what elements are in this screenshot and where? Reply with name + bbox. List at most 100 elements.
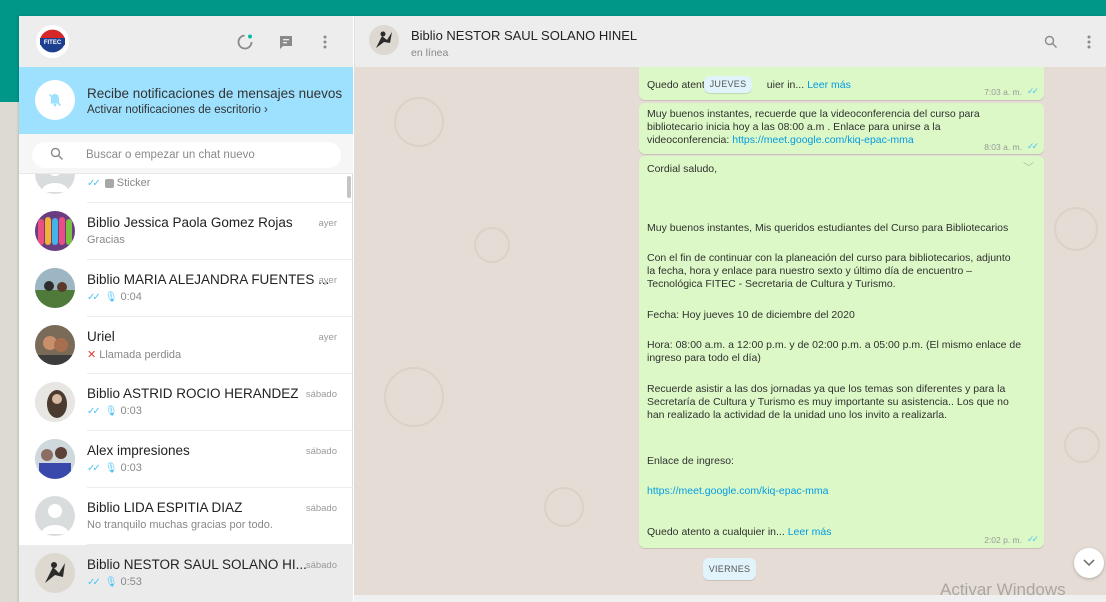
wallpaper-doodle bbox=[1064, 427, 1100, 463]
read-more-link[interactable]: Leer más bbox=[807, 79, 851, 91]
chat-name: Biblio LIDA ESPITIA DIAZ bbox=[87, 500, 243, 515]
list-item[interactable]: Biblio ASTRID ROCIO HERANDEZ sábado ✓✓ 🎙… bbox=[19, 374, 353, 431]
profile-avatar[interactable]: FITEC bbox=[36, 25, 69, 58]
search-bar bbox=[19, 134, 353, 174]
avatar bbox=[35, 439, 75, 479]
list-item[interactable]: Uriel ayer ✕ Llamada perdida bbox=[19, 317, 353, 374]
conversation-panel: Biblio NESTOR SAUL SOLANO HINEL en línea… bbox=[354, 16, 1106, 602]
contact-status: en línea bbox=[411, 47, 449, 59]
menu-icon[interactable] bbox=[1079, 32, 1099, 52]
chat-last-message: Gracias bbox=[87, 234, 125, 246]
chat-time: ayer bbox=[318, 275, 337, 286]
message-text: Hora: 08:00 a.m. a 12:00 p.m. y de 02:00… bbox=[647, 339, 1022, 351]
read-ticks-icon: ✓✓ bbox=[87, 462, 101, 474]
chat-last-message: ✓✓ 🎙 0:03 bbox=[87, 462, 142, 474]
message-time: 8:03 a. m. bbox=[984, 142, 1022, 152]
message-text: Recuerde asistir a las dos jornadas ya q… bbox=[647, 383, 1006, 395]
chat-time: sábado bbox=[305, 503, 337, 514]
message-text: Muy buenos instantes, recuerde que la vi… bbox=[647, 108, 980, 120]
svg-text:FITEC: FITEC bbox=[44, 40, 62, 46]
scroll-down-button[interactable] bbox=[1074, 548, 1104, 578]
microphone-icon: 🎙 bbox=[104, 576, 118, 588]
avatar bbox=[35, 211, 75, 251]
whatsapp-web-window: FITEC Recibe notificaciones de mensajes … bbox=[19, 16, 1106, 602]
chat-last-message: ✓✓ 🎙 0:04 bbox=[87, 291, 142, 303]
chat-name: Alex impresiones bbox=[87, 443, 190, 458]
wallpaper-doodle bbox=[394, 97, 444, 147]
enable-notifications-link[interactable]: Activar notificaciones de escritorio › bbox=[87, 104, 268, 116]
day-divider: JUEVES bbox=[704, 76, 752, 93]
message-text: videoconferencia: https://meet.google.co… bbox=[647, 134, 914, 146]
read-ticks-icon: ✓✓ bbox=[1026, 141, 1039, 151]
microphone-icon: 🎙 bbox=[104, 405, 118, 417]
chat-time: sábado bbox=[305, 389, 337, 400]
contact-avatar[interactable] bbox=[369, 25, 399, 55]
wallpaper-doodle bbox=[544, 487, 584, 527]
message-area[interactable]: Quedo atent uier in... Leer más 7:03 a. m… bbox=[354, 67, 1106, 602]
meet-link[interactable]: https://meet.google.com/kiq-epac-mma bbox=[647, 485, 829, 498]
microphone-icon: 🎙 bbox=[104, 291, 118, 303]
message-text: Quedo atento a cualquier in... Leer más bbox=[647, 526, 832, 538]
message-text: Fecha: Hoy jueves 10 de diciembre del 20… bbox=[647, 309, 855, 321]
message-text: Con el fin de continuar con la planeació… bbox=[647, 252, 1011, 264]
outgoing-message[interactable]: ﹀ Cordial saludo, Muy buenos instantes, … bbox=[639, 156, 1044, 548]
avatar bbox=[35, 325, 75, 365]
message-text: Secretaría de Cultura y Turismo es muy i… bbox=[647, 396, 1009, 408]
message-text: Enlace de ingreso: bbox=[647, 455, 734, 467]
status-icon[interactable] bbox=[234, 31, 256, 53]
search-box bbox=[32, 142, 341, 168]
read-more-link[interactable]: Leer más bbox=[788, 526, 832, 538]
conversation-header: Biblio NESTOR SAUL SOLANO HINEL en línea bbox=[354, 16, 1106, 67]
search-icon[interactable] bbox=[50, 147, 66, 163]
chevron-down-icon[interactable]: ﹀ bbox=[1023, 162, 1034, 175]
read-ticks-icon: ✓✓ bbox=[87, 405, 101, 417]
new-chat-icon[interactable] bbox=[275, 31, 297, 53]
avatar bbox=[35, 496, 75, 536]
chat-name: Biblio MARIA ALEJANDRA FUENTES ... bbox=[87, 272, 330, 287]
message-time: 7:03 a. m. bbox=[984, 87, 1022, 97]
notification-banner: Recibe notificaciones de mensajes nuevos… bbox=[19, 67, 353, 134]
sidebar-header: FITEC bbox=[19, 16, 353, 67]
message-text: la fecha, hora y enlace para nuestro sex… bbox=[647, 265, 973, 277]
chat-list-scrollbar[interactable] bbox=[347, 176, 351, 198]
list-item-selected[interactable]: Biblio NESTOR SAUL SOLANO HI... sábado ✓… bbox=[19, 545, 353, 602]
wallpaper-doodle bbox=[384, 367, 444, 427]
notification-title: Recibe notificaciones de mensajes nuevos bbox=[87, 86, 343, 101]
outgoing-message[interactable]: Quedo atent uier in... Leer más 7:03 a. m… bbox=[639, 67, 1044, 100]
list-item[interactable]: ✓✓ Sticker bbox=[19, 174, 353, 203]
read-ticks-icon: ✓✓ bbox=[1026, 86, 1039, 96]
chat-last-message: ✓✓ 🎙 0:53 bbox=[87, 576, 142, 588]
avatar bbox=[35, 382, 75, 422]
list-item[interactable]: Biblio MARIA ALEJANDRA FUENTES ... ayer … bbox=[19, 260, 353, 317]
avatar bbox=[35, 268, 75, 308]
missed-call-icon: ✕ bbox=[87, 349, 97, 361]
list-item[interactable]: Biblio LIDA ESPITIA DIAZ sábado No tranq… bbox=[19, 488, 353, 545]
message-text: bibliotecario inicia hoy a las 08:00 a.m… bbox=[647, 121, 941, 133]
chat-time: ayer bbox=[318, 218, 337, 229]
chat-time: sábado bbox=[305, 560, 337, 571]
menu-icon[interactable] bbox=[314, 31, 336, 53]
sticker-icon bbox=[104, 178, 114, 188]
chat-sidebar: FITEC Recibe notificaciones de mensajes … bbox=[19, 16, 353, 602]
microphone-icon: 🎙 bbox=[104, 462, 118, 474]
message-text: han realizado la actividad de la unidad … bbox=[647, 409, 948, 421]
list-item[interactable]: Alex impresiones sábado ✓✓ 🎙 0:03 bbox=[19, 431, 353, 488]
search-input[interactable] bbox=[86, 146, 326, 164]
wallpaper-doodle bbox=[1054, 207, 1098, 251]
message-text: Tecnológica FITEC - Secretaria de Cultur… bbox=[647, 278, 896, 290]
chat-name: Biblio NESTOR SAUL SOLANO HI... bbox=[87, 557, 307, 572]
meet-link[interactable]: https://meet.google.com/kiq-epac-mma bbox=[732, 134, 914, 146]
wallpaper-doodle bbox=[474, 227, 510, 263]
list-item[interactable]: Biblio Jessica Paola Gomez Rojas ayer Gr… bbox=[19, 203, 353, 260]
chat-last-message: ✓✓ Sticker bbox=[87, 177, 151, 189]
chat-name: Biblio ASTRID ROCIO HERANDEZ bbox=[87, 386, 299, 401]
message-time: 2:02 p. m. bbox=[984, 535, 1022, 545]
avatar bbox=[35, 174, 75, 194]
chat-name: Uriel bbox=[87, 329, 115, 344]
outgoing-message[interactable]: Muy buenos instantes, recuerde que la vi… bbox=[639, 103, 1044, 154]
search-icon[interactable] bbox=[1041, 32, 1061, 52]
chat-list: ✓✓ Sticker Biblio Jessica Paola Gomez Ro… bbox=[19, 174, 353, 602]
avatar bbox=[35, 553, 75, 593]
contact-name[interactable]: Biblio NESTOR SAUL SOLANO HINEL bbox=[411, 28, 637, 43]
read-ticks-icon: ✓✓ bbox=[87, 177, 101, 189]
